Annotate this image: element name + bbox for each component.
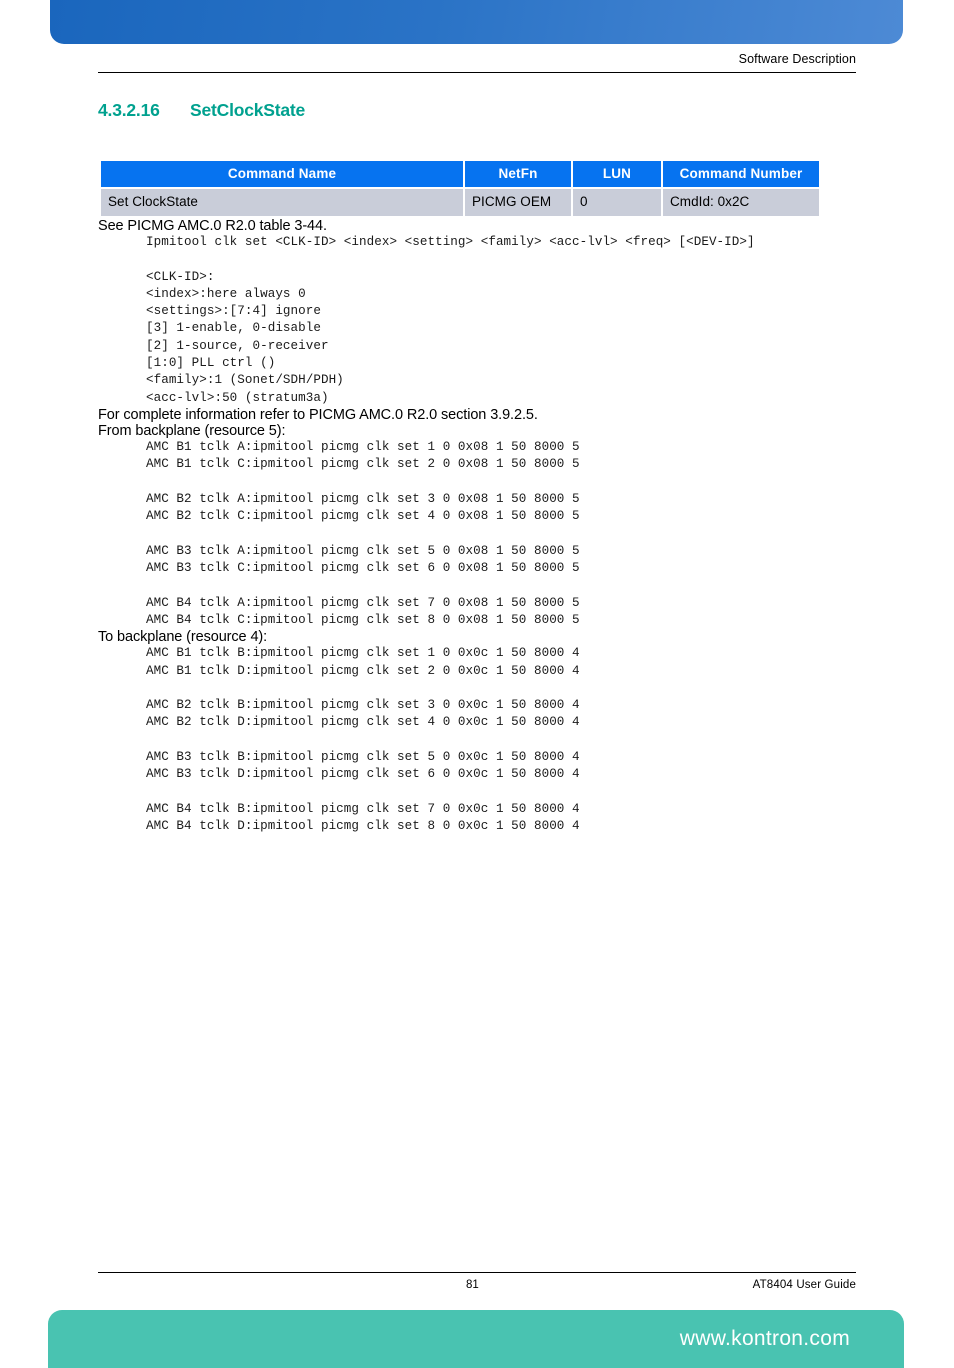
page-number: 81 bbox=[466, 1279, 479, 1291]
header-rule bbox=[98, 72, 856, 73]
from-backplane-label: From backplane (resource 5): bbox=[98, 422, 286, 439]
table-header-row: Command Name NetFn LUN Command Number bbox=[101, 161, 819, 187]
column-header-lun: LUN bbox=[573, 161, 661, 187]
cell-netfn: PICMG OEM bbox=[465, 189, 571, 216]
table-row: Set ClockState PICMG OEM 0 CmdId: 0x2C bbox=[101, 189, 819, 216]
cell-command-number: CmdId: 0x2C bbox=[663, 189, 819, 216]
see-reference-text: See PICMG AMC.0 R2.0 table 3-44. bbox=[98, 218, 327, 234]
column-header-command-name: Command Name bbox=[101, 161, 463, 187]
section-title: SetClockState bbox=[190, 100, 306, 120]
page-content: 4.3.2.16 SetClockState Command Name NetF… bbox=[98, 100, 858, 836]
column-header-command-number: Command Number bbox=[663, 161, 819, 187]
usage-code-block: Ipmitool clk set <CLK-ID> <index> <setti… bbox=[146, 235, 755, 405]
website-url: www.kontron.com bbox=[679, 1327, 850, 1350]
to-backplane-code-block: AMC B1 tclk B:ipmitool picmg clk set 1 0… bbox=[146, 646, 580, 834]
section-number: 4.3.2.16 bbox=[98, 100, 160, 120]
bottom-decorative-banner: www.kontron.com bbox=[48, 1310, 904, 1368]
top-decorative-banner bbox=[50, 0, 903, 44]
complete-info-text: For complete information refer to PICMG … bbox=[98, 406, 538, 423]
guide-title: AT8404 User Guide bbox=[752, 1279, 856, 1291]
running-head-text: Software Description bbox=[738, 52, 856, 66]
cell-command-name: Set ClockState bbox=[101, 189, 463, 216]
page-running-footer: 81 AT8404 User Guide bbox=[98, 1272, 856, 1291]
page-running-header: Software Description bbox=[98, 52, 856, 73]
cell-lun: 0 bbox=[573, 189, 661, 216]
page-title: 4.3.2.16 SetClockState bbox=[98, 100, 858, 121]
to-backplane-label: To backplane (resource 4): bbox=[98, 629, 268, 646]
command-table: Command Name NetFn LUN Command Number Se… bbox=[99, 159, 821, 218]
from-backplane-code-block: AMC B1 tclk A:ipmitool picmg clk set 1 0… bbox=[146, 439, 580, 627]
column-header-netfn: NetFn bbox=[465, 161, 571, 187]
